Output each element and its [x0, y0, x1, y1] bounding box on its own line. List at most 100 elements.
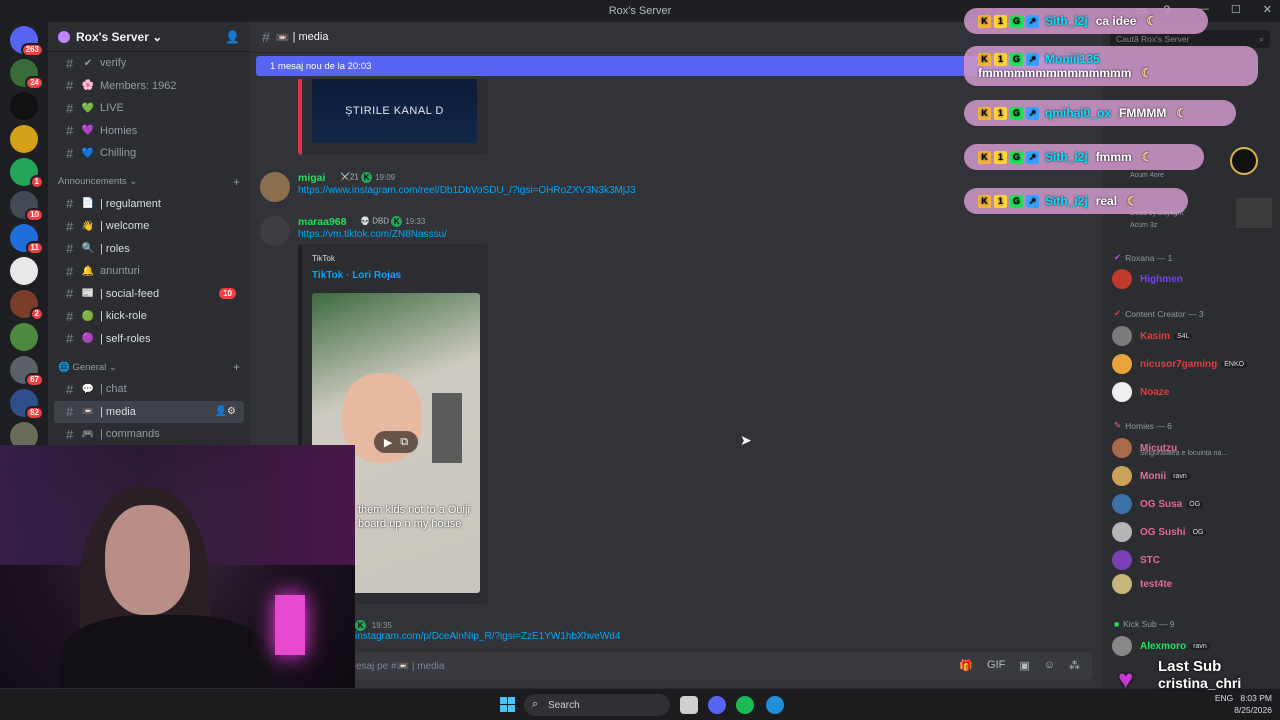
server-header[interactable]: Rox's Server ⌄ 👤 [48, 22, 250, 52]
channel-settings-icon[interactable]: 👤⚙ [215, 406, 236, 417]
channel-item[interactable]: # ✔ verify [54, 52, 244, 75]
channel-emoji: 📄 [81, 198, 95, 210]
sticker-icon[interactable]: ▣ [1019, 659, 1029, 672]
channel-item[interactable]: # 💜 Homies [54, 120, 244, 143]
member-item[interactable]: nicusor7gaming ENKO [1112, 352, 1274, 376]
avatar[interactable] [260, 216, 290, 246]
gif-icon[interactable]: GIF [987, 659, 1005, 672]
channel-item[interactable]: # 💙 Chilling [54, 142, 244, 165]
server-icon[interactable] [10, 92, 38, 120]
member-name: OG Sushi [1140, 526, 1186, 538]
server-icon[interactable]: 263 [10, 26, 44, 57]
add-channel-icon[interactable]: + [233, 360, 240, 374]
verified-icon: ✔ [1114, 252, 1122, 262]
server-icon[interactable] [10, 323, 38, 351]
embed-thumbnail[interactable]: ȘTIRILE KANAL D [312, 79, 477, 143]
channel-item[interactable]: # 📼 | media 👤⚙ [54, 400, 244, 423]
message-link[interactable]: https://www.instagram.com/reel/Db1DbVoSD… [298, 185, 636, 196]
member-item[interactable]: Highmen [1112, 267, 1274, 291]
spotify-icon[interactable] [736, 696, 754, 714]
member-status: Singurătatea e locuința na... [1140, 450, 1228, 457]
last-sub-name: cristina_chri [1158, 675, 1242, 691]
message-input[interactable]: esaj pe #📼 | media 🎁 GIF ▣ ☺ ⁂ [260, 652, 1092, 680]
server-icon[interactable]: 2 [10, 290, 44, 321]
kick-icon: K [355, 620, 366, 631]
member-tag: ravn [1190, 642, 1210, 650]
invite-icon[interactable]: 👤 [225, 30, 240, 44]
overlay-text: fmmm [1095, 150, 1132, 164]
group-label: Roxana — 1 [1125, 252, 1173, 263]
embed-title[interactable]: TikTok · Lori Rojas [312, 270, 401, 281]
system-tray[interactable]: ENG 8:03 PM 8/25/2026 [1215, 692, 1272, 716]
hash-icon: # [66, 286, 74, 302]
server-icon[interactable]: 67 [10, 356, 44, 387]
channel-item[interactable]: # 💚 LIVE [54, 97, 244, 120]
channel-item[interactable]: # 🟣 | self-roles [54, 328, 244, 351]
member-item[interactable]: OG Sushi OG [1112, 520, 1274, 544]
member-item[interactable]: Kasim S4L [1112, 324, 1274, 348]
edge-icon[interactable] [766, 696, 784, 714]
emoji-icon[interactable]: ☺ [1044, 659, 1055, 672]
member-item[interactable]: test4te [1112, 572, 1274, 596]
timestamp: 19:33 [405, 216, 426, 226]
member-item[interactable]: Noaze [1112, 380, 1274, 404]
member-item[interactable]: Micutzu Singurătatea e locuința na... [1112, 436, 1274, 460]
play-button[interactable]: ▶ ⧉ [374, 431, 418, 453]
server-icon[interactable]: 11 [10, 224, 44, 255]
server-icon[interactable] [10, 125, 38, 153]
channel-name: LIVE [100, 102, 124, 115]
channel-item[interactable]: # 🌸 Members: 1962 [54, 75, 244, 98]
username[interactable]: maraa968 [298, 216, 346, 228]
chevron-down-icon: ⌄ [126, 176, 138, 187]
moon-icon: ☾ [1146, 14, 1158, 28]
overlay-text: ca idee [1095, 14, 1137, 28]
file-explorer-icon[interactable] [680, 696, 698, 714]
server-icon[interactable]: 1 [10, 158, 44, 189]
taskbar-search[interactable]: ⌕ Search [524, 694, 670, 716]
gift-icon[interactable]: 🎁 [959, 659, 973, 672]
maximize-button[interactable]: ☐ [1231, 3, 1241, 16]
embed-provider: TikTok [312, 254, 335, 263]
overlay-nick: Sith_i2j [1045, 14, 1088, 28]
avatar[interactable] [260, 172, 290, 202]
channel-item[interactable]: # 🟢 | kick-role [54, 305, 244, 328]
add-channel-icon[interactable]: + [233, 175, 240, 189]
channel-item[interactable]: # 📰 | social-feed 10 [54, 283, 244, 306]
server-rail: 263 24 1 10 11 2 67 82 [0, 22, 48, 450]
discord-icon[interactable] [708, 696, 726, 714]
close-button[interactable]: ✕ [1263, 3, 1272, 16]
member-tag: OG [1186, 500, 1204, 508]
message-link[interactable]: https://vm.tiktok.com/ZN8Nasssu/ [298, 229, 447, 240]
timestamp: 19:09 [375, 172, 396, 182]
apps-icon[interactable]: ⁂ [1069, 659, 1080, 672]
channel-item[interactable]: # 🔍 | roles [54, 238, 244, 261]
member-item[interactable]: Monii ravn [1112, 464, 1274, 488]
avatar [1112, 574, 1132, 594]
channel-item[interactable]: # 💬 | chat [54, 378, 244, 401]
embed-preview[interactable]: ȘTIRILE KANAL D [298, 79, 488, 155]
server-icon[interactable]: 10 [10, 191, 44, 222]
channel-item[interactable]: # 👋 | welcome [54, 215, 244, 238]
server-icon[interactable]: 24 [10, 59, 44, 90]
channel-item[interactable]: # 📄 | regulament [54, 193, 244, 216]
category-announcements[interactable]: Announcements ⌄ + [48, 171, 250, 193]
channel-emoji: 📼 [81, 406, 95, 418]
server-icon[interactable] [10, 257, 38, 285]
chevron-down-icon: ⌄ [148, 29, 163, 44]
member-item[interactable]: STC [1112, 548, 1274, 572]
category-general[interactable]: 🌐 General ⌄ + [48, 356, 250, 378]
badge-icon: ↗ [1026, 194, 1039, 208]
clock-time: 8:03 PM [1240, 693, 1272, 703]
clock-date: 8/25/2026 [1234, 705, 1272, 715]
channel-item[interactable]: # 🔔 anunturi [54, 260, 244, 283]
member-item[interactable]: OG Susa OG [1112, 492, 1274, 516]
server-icon[interactable]: 82 [10, 389, 44, 420]
hash-icon: # [66, 78, 74, 94]
username[interactable]: migai [298, 172, 325, 184]
search-icon: ⌕ [532, 698, 539, 710]
badge-icon: ↗ [1026, 150, 1039, 164]
channel-item[interactable]: # 🎮 | commands [54, 423, 244, 446]
windows-start-icon[interactable] [500, 697, 515, 712]
message-link[interactable]: instagram.com/p/DceAlnNip_R/?igsi=ZzE1YW… [355, 631, 620, 642]
member-item[interactable]: Alexmoro ravn [1112, 634, 1274, 658]
